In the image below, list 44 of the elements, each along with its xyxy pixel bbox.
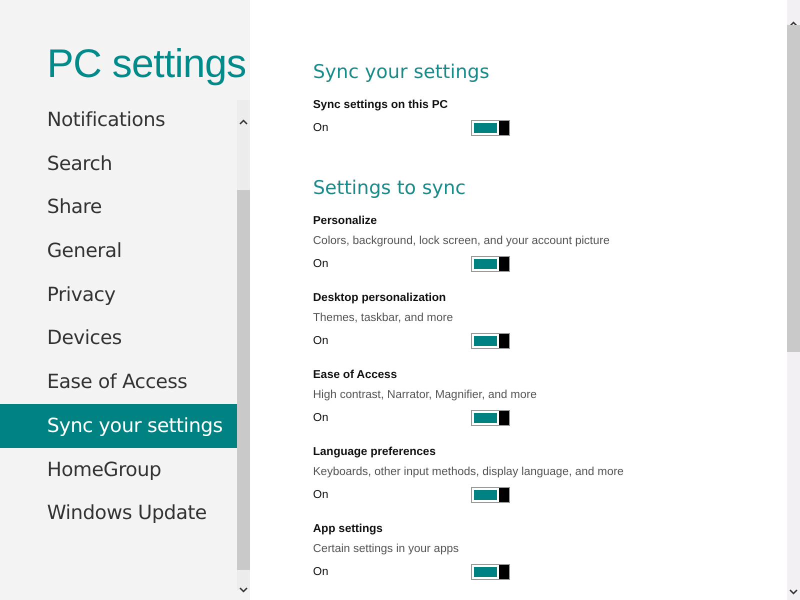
scroll-up-icon[interactable] xyxy=(239,119,248,125)
setting-title: Ease of Access xyxy=(313,368,398,383)
nav-item[interactable]: Share xyxy=(0,185,237,230)
setting-description: Keyboards, other input methods, display language, and more xyxy=(313,465,625,480)
toggle-state-label: On xyxy=(313,334,330,346)
toggle-state-label: On xyxy=(313,566,330,578)
setting-description: Colors, background, lock screen, and your account picture xyxy=(313,234,611,249)
toggle-switch[interactable] xyxy=(471,332,510,348)
page-title: PC settings xyxy=(47,41,248,88)
nav-item[interactable]: Privacy xyxy=(0,272,237,316)
toggle-state-label: On xyxy=(313,488,330,500)
setting-title: Sync settings on this PC xyxy=(313,98,449,113)
nav-item[interactable]: Search xyxy=(0,142,237,186)
nav-item[interactable]: Windows Update xyxy=(0,491,237,535)
nav-item[interactable]: General xyxy=(0,229,237,273)
toggle-switch[interactable] xyxy=(471,410,510,426)
scrollbar[interactable] xyxy=(237,100,250,590)
section-heading: Sync your settings xyxy=(313,60,490,85)
toggle-switch[interactable] xyxy=(471,564,510,580)
toggle-switch[interactable] xyxy=(471,486,510,502)
scrollbar[interactable] xyxy=(787,0,800,600)
scrollbar-thumb[interactable] xyxy=(237,190,250,570)
scrollbar-thumb[interactable] xyxy=(787,25,800,352)
setting-title: App settings xyxy=(313,522,384,537)
toggle-switch[interactable] xyxy=(471,256,510,272)
scroll-down-icon[interactable] xyxy=(239,587,248,593)
toggle-state-label: On xyxy=(313,412,330,424)
scroll-down-icon[interactable] xyxy=(789,589,798,595)
setting-description: Themes, taskbar, and more xyxy=(313,311,454,326)
nav-item[interactable]: HomeGroup xyxy=(0,448,237,492)
nav-item[interactable]: Sync your settings xyxy=(0,404,237,448)
toggle-state-label: On xyxy=(313,122,330,134)
setting-title: Language preferences xyxy=(313,445,437,460)
toggle-state-label: On xyxy=(313,258,330,270)
setting-title: Personalize xyxy=(313,214,378,229)
nav-item[interactable]: Devices xyxy=(0,316,237,360)
nav-item[interactable]: Ease of Access xyxy=(0,360,237,404)
section-heading: Settings to sync xyxy=(313,176,467,201)
setting-description: Certain settings in your apps xyxy=(313,542,460,557)
nav-item[interactable]: Notifications xyxy=(0,98,237,142)
toggle-switch[interactable] xyxy=(471,120,510,136)
setting-description: High contrast, Narrator, Magnifier, and more xyxy=(313,388,538,403)
setting-title: Desktop personalization xyxy=(313,291,447,306)
scroll-up-icon[interactable] xyxy=(789,21,798,27)
